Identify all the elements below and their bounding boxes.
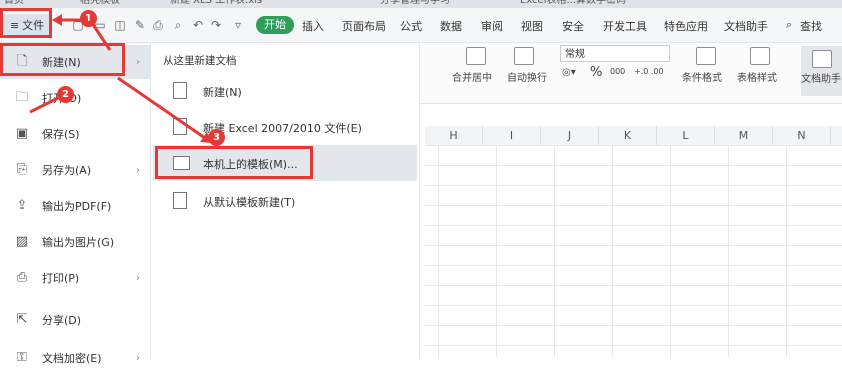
arrow-1b [88, 19, 112, 51]
arrow-3 [117, 76, 206, 140]
annotation-arrows [29, 14, 212, 143]
arrow-1-head [52, 14, 62, 26]
arrow-2 [29, 94, 63, 114]
